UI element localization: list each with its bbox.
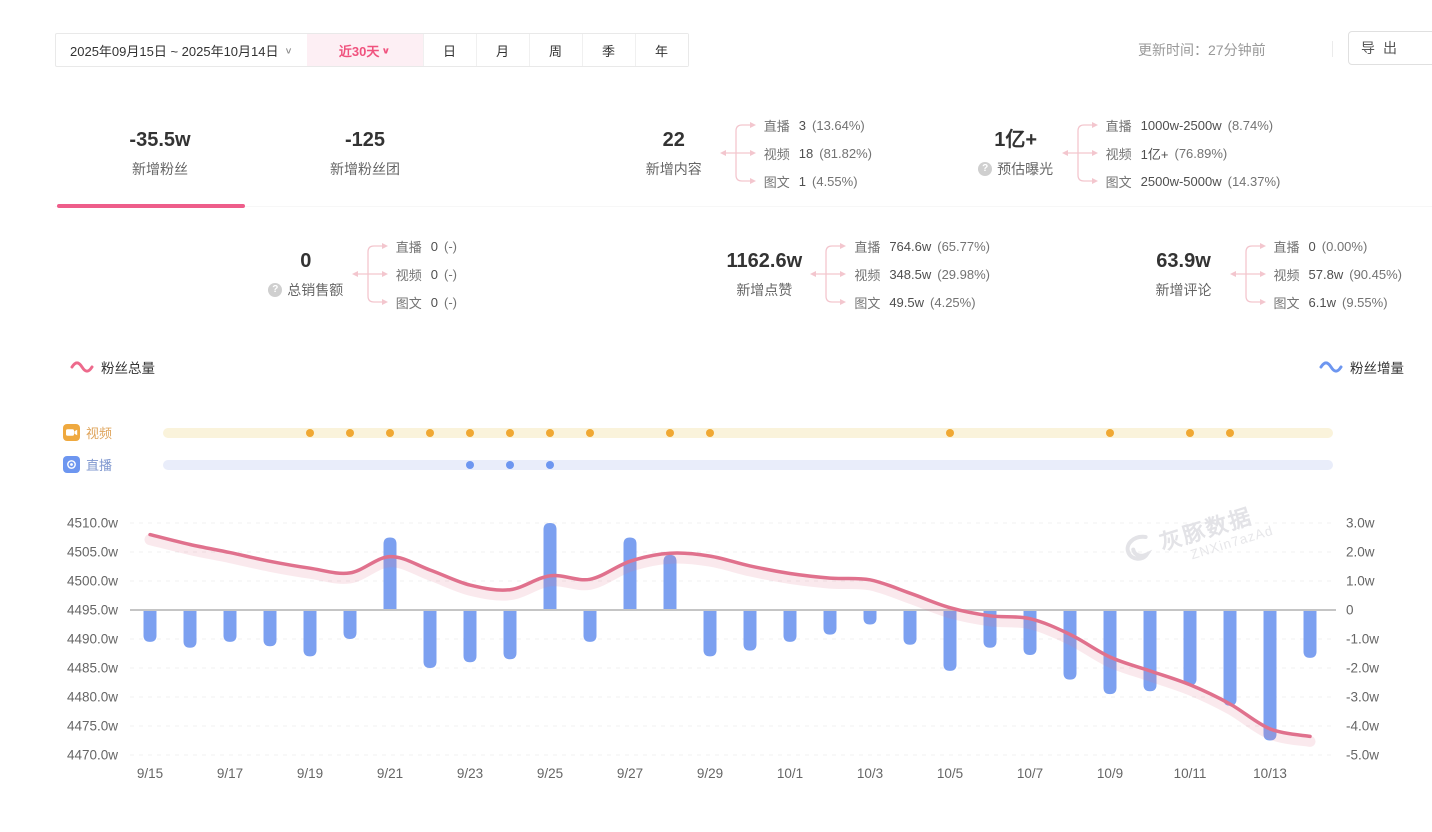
left-axis-tick: 4495.0w [67, 603, 118, 618]
increment-bar [904, 610, 917, 645]
increment-bar [344, 610, 357, 639]
left-axis-tick: 4485.0w [67, 661, 118, 676]
increment-bar [1304, 610, 1317, 658]
increment-bar [1224, 610, 1237, 706]
x-axis-tick: 10/9 [1097, 766, 1123, 781]
fans-trend-chart[interactable]: 4510.0w 3.0w 4505.0w 2.0w 4500.0w 1.0w 4495.0w… [0, 0, 1432, 832]
increment-bar [1264, 610, 1277, 741]
increment-bar [304, 610, 317, 656]
x-axis-tick: 9/19 [297, 766, 323, 781]
x-axis-tick: 9/29 [697, 766, 723, 781]
right-axis-tick: -2.0w [1346, 661, 1379, 676]
increment-bar [744, 610, 757, 651]
increment-bar [544, 523, 557, 610]
left-axis-tick: 4475.0w [67, 719, 118, 734]
increment-bar [504, 610, 517, 659]
increment-bar [1184, 610, 1197, 685]
right-axis-tick: 3.0w [1346, 516, 1375, 531]
increment-bar [224, 610, 237, 642]
right-axis-tick: 1.0w [1346, 574, 1375, 589]
increment-bar [584, 610, 597, 642]
fan-analytics-dashboard: 2025年09月15日 ~ 2025年10月14日 ∨ 近30天 ∨ 日 月 周… [0, 0, 1432, 832]
increment-bar [464, 610, 477, 662]
left-axis-tick: 4480.0w [67, 690, 118, 705]
left-axis-tick: 4490.0w [67, 632, 118, 647]
increment-bar [824, 610, 837, 635]
increment-bar [184, 610, 197, 648]
increment-bar [424, 610, 437, 668]
left-axis-tick: 4500.0w [67, 574, 118, 589]
x-axis-tick: 10/13 [1253, 766, 1287, 781]
right-axis-tick: 2.0w [1346, 545, 1375, 560]
x-axis-tick: 9/15 [137, 766, 163, 781]
left-axis-tick: 4505.0w [67, 545, 118, 560]
x-axis-tick: 9/21 [377, 766, 403, 781]
right-axis-tick: -4.0w [1346, 719, 1379, 734]
x-axis-tick: 9/25 [537, 766, 563, 781]
x-axis-tick: 10/3 [857, 766, 883, 781]
x-axis-tick: 10/11 [1174, 766, 1207, 781]
increment-bar [784, 610, 797, 642]
left-axis-tick: 4470.0w [67, 748, 118, 763]
x-axis-tick: 9/27 [617, 766, 643, 781]
increment-bar [704, 610, 717, 656]
left-axis-tick: 4510.0w [67, 516, 118, 531]
right-axis-tick: -3.0w [1346, 690, 1379, 705]
x-axis-tick: 10/5 [937, 766, 963, 781]
increment-bar [1104, 610, 1117, 694]
right-axis-tick: 0 [1346, 603, 1354, 618]
increment-bar [264, 610, 277, 646]
increment-bar [144, 610, 157, 642]
right-axis-tick: -1.0w [1346, 632, 1379, 647]
x-axis-tick: 10/7 [1017, 766, 1043, 781]
increment-bar [384, 538, 397, 611]
x-axis-tick: 9/23 [457, 766, 483, 781]
x-axis-tick: 10/1 [777, 766, 803, 781]
right-axis-tick: -5.0w [1346, 748, 1379, 763]
x-axis-tick: 9/17 [217, 766, 243, 781]
increment-bar [864, 610, 877, 625]
